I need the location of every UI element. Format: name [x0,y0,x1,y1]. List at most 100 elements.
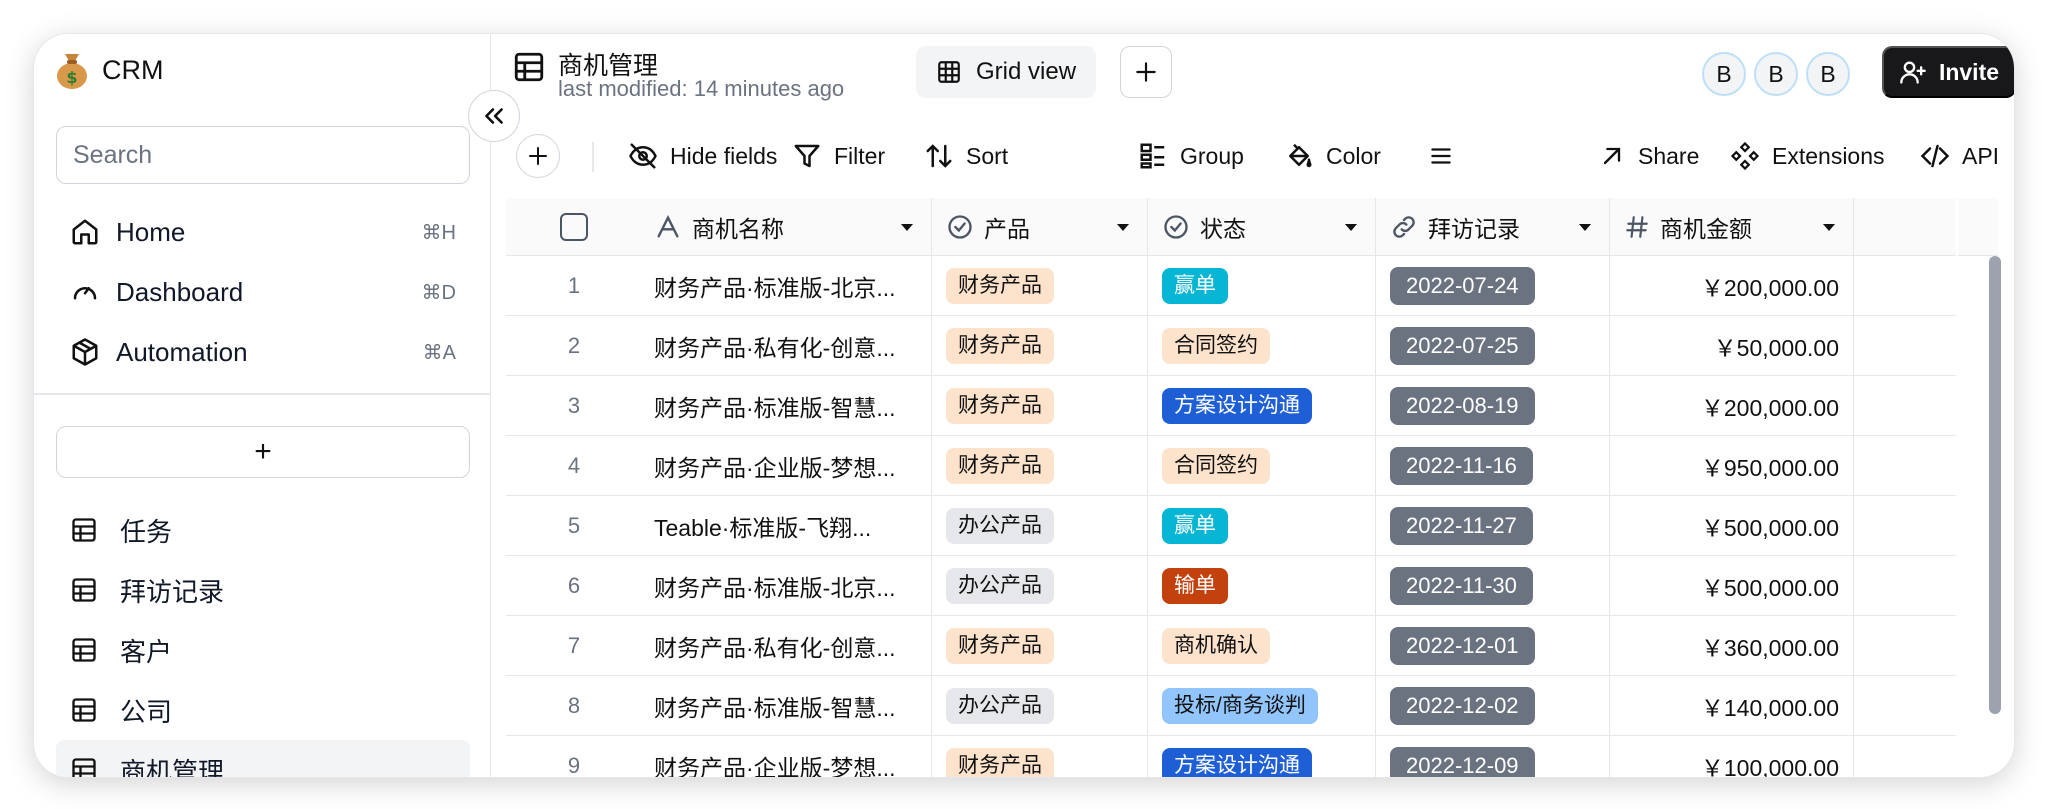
caret-down-icon [1345,223,1357,231]
opportunity-name-cell[interactable]: 财务产品·私有化-创意... [642,316,932,375]
table-row[interactable]: 9 财务产品·企业版-梦想... 财务产品 方案设计沟通 2022-12-09 … [506,736,1956,777]
table-item-visits[interactable]: 拜访记录 [56,560,470,620]
group-button[interactable]: Group [1138,136,1244,176]
visit-record-cell[interactable]: 2022-12-01 [1376,616,1610,675]
tab-grid-view[interactable]: Grid view [916,46,1097,98]
amount-cell[interactable]: ￥500,000.00 [1610,496,1854,555]
color-button[interactable]: Color [1284,136,1381,176]
api-button[interactable]: API [1920,136,1999,176]
add-view-button[interactable] [1120,46,1172,98]
status-cell[interactable]: 赢单 [1148,256,1376,315]
table-row[interactable]: 1 财务产品·标准版-北京... 财务产品 赢单 2022-07-24 ￥200… [506,256,1956,316]
share-button[interactable]: Share [1598,136,1699,176]
table-row[interactable]: 8 财务产品·标准版-智慧... 办公产品 投标/商务谈判 2022-12-02… [506,676,1956,736]
visit-record-cell[interactable]: 2022-11-30 [1376,556,1610,615]
avatar[interactable]: B [1806,52,1850,96]
opportunity-name-cell[interactable]: 财务产品·标准版-智慧... [642,676,932,735]
table-row[interactable]: 3 财务产品·标准版-智慧... 财务产品 方案设计沟通 2022-08-19 … [506,376,1956,436]
visit-record-cell[interactable]: 2022-12-09 [1376,736,1610,777]
table-item-companies[interactable]: 公司 [56,680,470,740]
opportunity-name-cell[interactable]: 财务产品·标准版-智慧... [642,376,932,435]
visit-record-cell[interactable]: 2022-07-25 [1376,316,1610,375]
column-header-amount[interactable]: 商机金额 [1610,198,1854,255]
product-cell[interactable]: 办公产品 [932,676,1148,735]
opportunity-name-cell[interactable]: 财务产品·企业版-梦想... [642,436,932,495]
status-cell[interactable]: 方案设计沟通 [1148,376,1376,435]
column-header-label: 产品 [984,215,1030,242]
column-header-visits[interactable]: 拜访记录 [1376,198,1610,255]
status-cell[interactable]: 输单 [1148,556,1376,615]
visit-record-cell[interactable]: 2022-12-02 [1376,676,1610,735]
product-cell[interactable]: 财务产品 [932,256,1148,315]
select-all-checkbox[interactable] [560,212,588,241]
extensions-button[interactable]: Extensions [1730,136,1885,176]
column-header-name[interactable]: 商机名称 [642,198,932,255]
nav-item-home[interactable]: Home ⌘H [56,202,470,262]
table-row[interactable]: 7 财务产品·私有化-创意... 财务产品 商机确认 2022-12-01 ￥3… [506,616,1956,676]
amount-cell[interactable]: ￥360,000.00 [1610,616,1854,675]
filter-button[interactable]: Filter [792,136,885,176]
opportunity-name-cell[interactable]: Teable·标准版-飞翔... [642,496,932,555]
amount-cell[interactable]: ￥200,000.00 [1610,376,1854,435]
table-row[interactable]: 5 Teable·标准版-飞翔... 办公产品 赢单 2022-11-27 ￥5… [506,496,1956,556]
visit-record-cell[interactable]: 2022-11-27 [1376,496,1610,555]
visit-record-cell[interactable]: 2022-07-24 [1376,256,1610,315]
opportunity-name-cell[interactable]: 财务产品·企业版-梦想... [642,736,932,777]
status-cell[interactable]: 方案设计沟通 [1148,736,1376,777]
vertical-scrollbar[interactable] [1989,256,2001,714]
text-type-icon [657,214,679,237]
add-record-button[interactable] [516,134,560,178]
column-header-status[interactable]: 状态 [1148,198,1376,255]
add-table-button[interactable]: + [56,426,470,478]
gauge-icon [73,287,97,300]
amount-cell[interactable]: ￥200,000.00 [1610,256,1854,315]
product-cell[interactable]: 财务产品 [932,376,1148,435]
product-cell[interactable]: 财务产品 [932,616,1148,675]
table-item-customers[interactable]: 客户 [56,620,470,680]
money-bag-icon: $ [57,54,87,89]
status-cell[interactable]: 合同签约 [1148,316,1376,375]
opportunity-name-cell[interactable]: 财务产品·私有化-创意... [642,616,932,675]
status-cell[interactable]: 赢单 [1148,496,1376,555]
sort-button[interactable]: Sort [924,136,1008,176]
status-cell[interactable]: 投标/商务谈判 [1148,676,1376,735]
table-item-tasks[interactable]: 任务 [56,500,470,560]
visit-record-cell[interactable]: 2022-08-19 [1376,376,1610,435]
table-row[interactable]: 4 财务产品·企业版-梦想... 财务产品 合同签约 2022-11-16 ￥9… [506,436,1956,496]
hide-fields-button[interactable]: Hide fields [628,136,777,176]
product-cell[interactable]: 财务产品 [932,736,1148,777]
product-cell[interactable]: 办公产品 [932,556,1148,615]
product-cell[interactable]: 财务产品 [932,316,1148,375]
amount-cell[interactable]: ￥950,000.00 [1610,436,1854,495]
status-cell[interactable]: 合同签约 [1148,436,1376,495]
table-label: 拜访记录 [120,576,225,607]
avatar[interactable]: B [1702,52,1746,96]
more-button[interactable] [1428,136,1454,176]
column-header-label: 商机金额 [1660,215,1752,242]
status-cell[interactable]: 商机确认 [1148,616,1376,675]
visit-date-chip: 2022-11-27 [1390,506,1533,545]
table-row[interactable]: 2 财务产品·私有化-创意... 财务产品 合同签约 2022-07-25 ￥5… [506,316,1956,376]
amount-cell[interactable]: ￥100,000.00 [1610,736,1854,777]
visit-record-cell[interactable]: 2022-11-16 [1376,436,1610,495]
product-cell[interactable]: 办公产品 [932,496,1148,555]
table-row[interactable]: 6 财务产品·标准版-北京... 办公产品 输单 2022-11-30 ￥500… [506,556,1956,616]
nav-shortcut: ⌘H [421,221,456,244]
amount-cell[interactable]: ￥50,000.00 [1610,316,1854,375]
search-input[interactable] [56,126,470,184]
product-cell[interactable]: 财务产品 [932,436,1148,495]
grid-icon [938,61,960,83]
nav-item-automation[interactable]: Automation ⌘A [56,322,470,382]
column-header-product[interactable]: 产品 [932,198,1148,255]
avatar[interactable]: B [1754,52,1798,96]
table-item-opportunities[interactable]: 商机管理 [56,740,470,777]
amount-cell[interactable]: ￥500,000.00 [1610,556,1854,615]
amount-cell[interactable]: ￥140,000.00 [1610,676,1854,735]
invite-button[interactable]: Invite [1882,46,2014,98]
opportunity-name-cell[interactable]: 财务产品·标准版-北京... [642,256,932,315]
opportunity-name-cell[interactable]: 财务产品·标准版-北京... [642,556,932,615]
brand[interactable]: $ CRM [54,48,164,92]
nav-item-dashboard[interactable]: Dashboard ⌘D [56,262,470,322]
row-index: 8 [567,692,581,718]
collapse-sidebar-button[interactable] [468,90,520,142]
